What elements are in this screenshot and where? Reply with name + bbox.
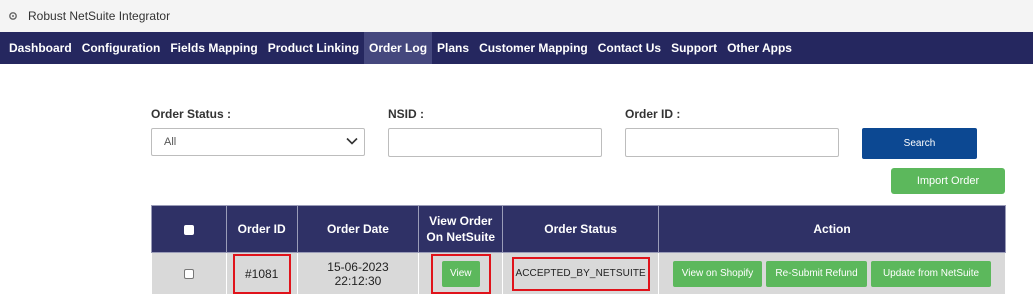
table-header-row: Order ID Order Date View Order On NetSui… bbox=[151, 205, 1006, 253]
status-badge: ACCEPTED_BY_NETSUITE bbox=[511, 256, 650, 291]
row-checkbox[interactable] bbox=[183, 269, 194, 280]
nav-other-apps[interactable]: Other Apps bbox=[722, 32, 797, 64]
row-status-cell: ACCEPTED_BY_NETSUITE bbox=[502, 252, 660, 294]
nav-order-log[interactable]: Order Log bbox=[364, 32, 433, 64]
title-bar: Robust NetSuite Integrator bbox=[0, 0, 1033, 32]
order-status-label: Order Status : bbox=[151, 107, 232, 121]
view-highlight: View bbox=[430, 253, 491, 294]
nav-configuration[interactable]: Configuration bbox=[77, 32, 166, 64]
row-select-cell bbox=[151, 252, 227, 294]
header-view-order: View Order On NetSuite bbox=[418, 205, 504, 253]
order-date-value: 15-06-2023 bbox=[327, 259, 389, 274]
header-view-line2: On NetSuite bbox=[426, 230, 496, 244]
order-id-label: Order ID : bbox=[625, 107, 681, 121]
resubmit-refund-button[interactable]: Re-Submit Refund bbox=[766, 260, 868, 287]
nav-dashboard[interactable]: Dashboard bbox=[4, 32, 77, 64]
nav-support[interactable]: Support bbox=[666, 32, 722, 64]
nav-customer-mapping[interactable]: Customer Mapping bbox=[474, 32, 593, 64]
import-order-button[interactable]: Import Order bbox=[891, 168, 1005, 194]
nsid-label: NSID : bbox=[388, 107, 424, 121]
nsid-input[interactable] bbox=[388, 128, 602, 157]
order-id-value: #1081 bbox=[232, 253, 291, 294]
search-button[interactable]: Search bbox=[862, 128, 977, 159]
row-order-id-cell: #1081 bbox=[225, 252, 298, 294]
table-row: #1081 15-06-2023 22:12:30 View ACCEPTED_… bbox=[151, 252, 1006, 294]
header-action: Action bbox=[658, 205, 1006, 253]
row-action-cell: View on Shopify Re-Submit Refund Update … bbox=[658, 252, 1006, 294]
row-order-date-cell: 15-06-2023 22:12:30 bbox=[296, 252, 420, 294]
order-status-select[interactable]: All bbox=[151, 128, 365, 156]
header-order-status: Order Status bbox=[502, 205, 660, 253]
header-order-id: Order ID bbox=[225, 205, 298, 253]
view-on-shopify-button[interactable]: View on Shopify bbox=[673, 260, 763, 287]
nav-fields-mapping[interactable]: Fields Mapping bbox=[165, 32, 262, 64]
nav-contact-us[interactable]: Contact Us bbox=[593, 32, 666, 64]
header-select-cell bbox=[151, 205, 227, 253]
row-view-cell: View bbox=[418, 252, 504, 294]
update-from-netsuite-button[interactable]: Update from NetSuite bbox=[871, 260, 992, 287]
action-buttons: View on Shopify Re-Submit Refund Update … bbox=[659, 260, 1005, 287]
chevron-down-icon bbox=[346, 136, 358, 148]
order-id-input[interactable] bbox=[625, 128, 839, 157]
select-all-checkbox[interactable] bbox=[183, 224, 194, 235]
gear-icon bbox=[8, 11, 18, 21]
nav-plans[interactable]: Plans bbox=[432, 32, 474, 64]
header-view-line1: View Order bbox=[429, 214, 493, 228]
view-on-netsuite-button[interactable]: View bbox=[441, 260, 480, 287]
nav-product-linking[interactable]: Product Linking bbox=[263, 32, 364, 64]
main-nav: Dashboard Configuration Fields Mapping P… bbox=[0, 32, 1033, 64]
order-status-value: All bbox=[164, 136, 177, 148]
order-time-value: 22:12:30 bbox=[334, 273, 382, 288]
header-order-date: Order Date bbox=[296, 205, 420, 253]
app-title: Robust NetSuite Integrator bbox=[28, 9, 171, 23]
orders-table: Order ID Order Date View Order On NetSui… bbox=[151, 205, 1006, 294]
